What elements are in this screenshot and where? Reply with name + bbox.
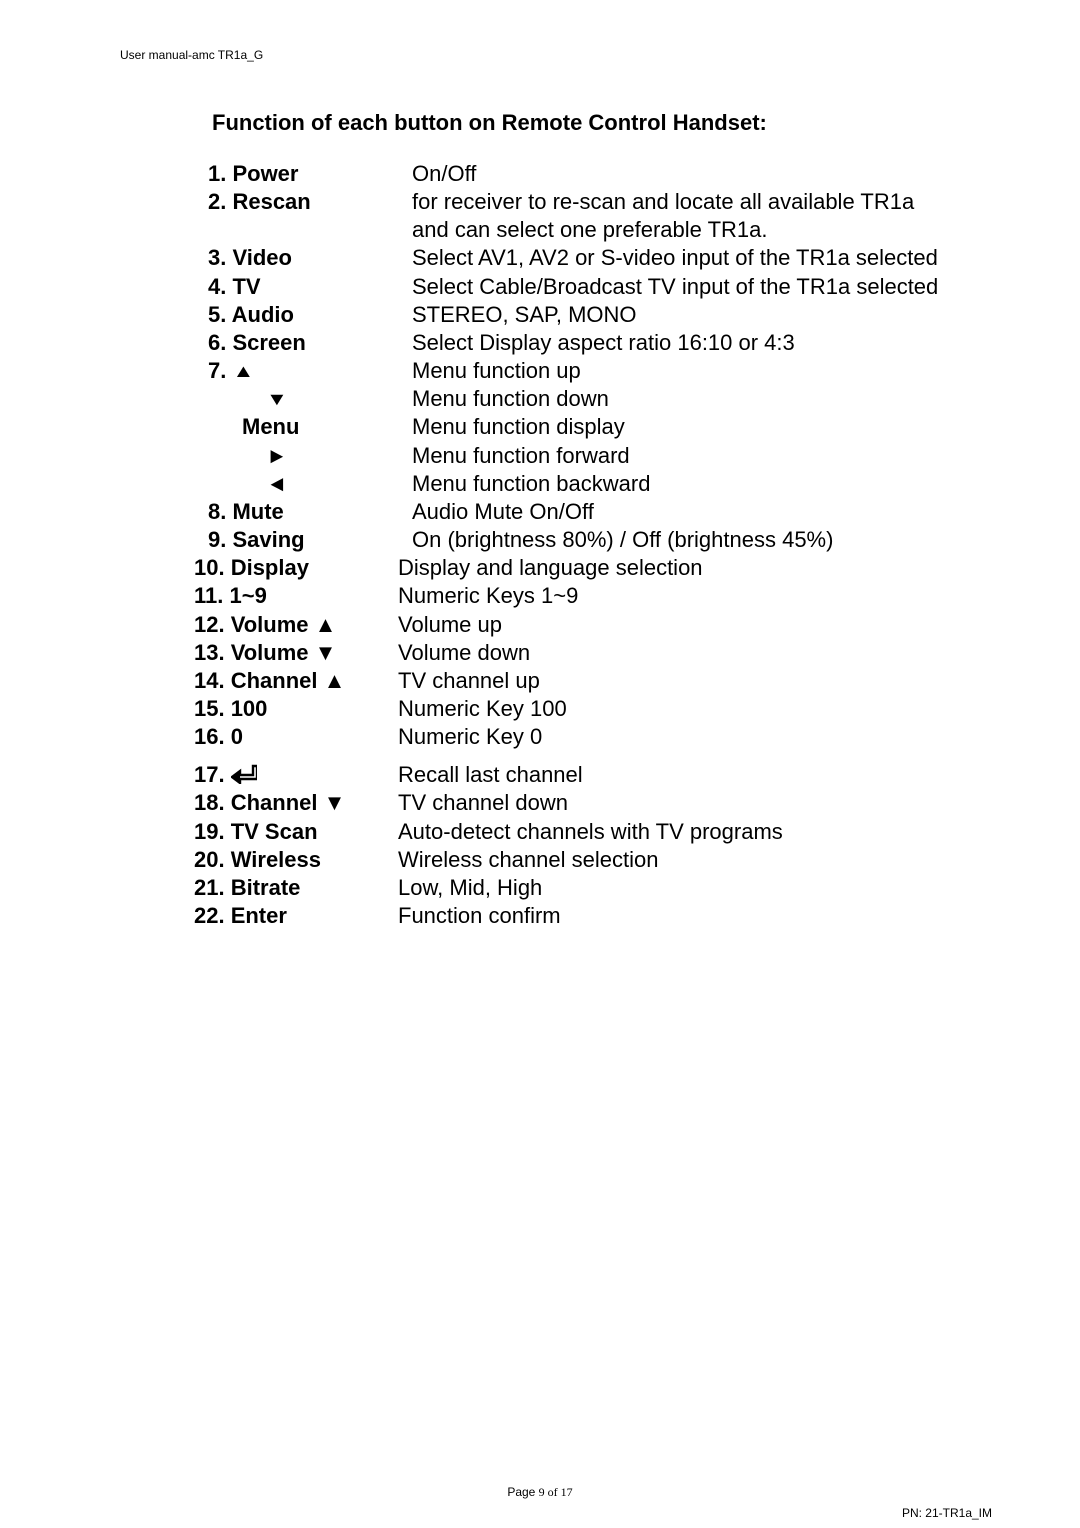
item-label: Menu — [208, 413, 412, 441]
list-item: 3. VideoSelect AV1, AV2 or S-video input… — [208, 244, 1004, 272]
item-label: ► — [208, 442, 412, 470]
item-description: Recall last channel — [398, 761, 583, 789]
item-label: 12. Volume ▲ — [194, 611, 398, 639]
list-item: 22. EnterFunction confirm — [194, 902, 1004, 930]
item-description: Function confirm — [398, 902, 561, 930]
return-icon — [231, 762, 257, 787]
item-label: ▼ — [208, 385, 412, 413]
item-description: Audio Mute On/Off — [412, 498, 594, 526]
list-item: 15. 100Numeric Key 100 — [194, 695, 1004, 723]
item-label: ◄ — [208, 470, 412, 498]
item-description: Menu function display — [412, 413, 625, 441]
item-description: Volume down — [398, 639, 530, 667]
page: User manual-amc TR1a_G Function of each … — [0, 0, 1080, 1528]
item-description: Select Cable/Broadcast TV input of the T… — [412, 273, 938, 301]
item-label: 19. TV Scan — [194, 818, 398, 846]
function-list: 1. PowerOn/Off2. Rescanfor receiver to r… — [208, 160, 1004, 930]
item-label: 9. Saving — [208, 526, 412, 554]
item-description: Volume up — [398, 611, 502, 639]
list-item: 6. ScreenSelect Display aspect ratio 16:… — [208, 329, 1004, 357]
item-description: Select AV1, AV2 or S-video input of the … — [412, 244, 938, 272]
item-description: Wireless channel selection — [398, 846, 658, 874]
item-description: Auto-detect channels with TV programs — [398, 818, 783, 846]
item-description: Menu function down — [412, 385, 609, 413]
list-item: 16. 0Numeric Key 0 — [194, 723, 1004, 751]
list-item: ▼ Menu function down — [208, 385, 1004, 413]
list-item: 1. PowerOn/Off — [208, 160, 1004, 188]
item-label: 14. Channel ▲ — [194, 667, 398, 695]
item-description: Low, Mid, High — [398, 874, 542, 902]
item-description: Select Display aspect ratio 16:10 or 4:3 — [412, 329, 795, 357]
item-label: 10. Display — [194, 554, 398, 582]
item-label: 5. Audio — [208, 301, 412, 329]
item-description: Numeric Key 0 — [398, 723, 542, 751]
list-item: ► Menu function forward — [208, 442, 1004, 470]
item-description: On/Off — [412, 160, 476, 188]
list-item: 9. SavingOn (brightness 80%) / Off (brig… — [208, 526, 1004, 554]
item-label: 20. Wireless — [194, 846, 398, 874]
list-item: 8. MuteAudio Mute On/Off — [208, 498, 1004, 526]
item-label: 7. ▲ — [208, 357, 412, 385]
list-item: 12. Volume ▲Volume up — [194, 611, 1004, 639]
list-item: MenuMenu function display — [208, 413, 1004, 441]
tri-down-icon: ▼ — [266, 388, 288, 411]
list-item: 13. Volume ▼Volume down — [194, 639, 1004, 667]
item-label: 13. Volume ▼ — [194, 639, 398, 667]
footer-page-of: of — [545, 1485, 561, 1499]
item-label: 3. Video — [208, 244, 412, 272]
list-item: 20. WirelessWireless channel selection — [194, 846, 1004, 874]
item-label: 18. Channel ▼ — [194, 789, 398, 817]
list-item: 19. TV ScanAuto-detect channels with TV … — [194, 818, 1004, 846]
item-label: 1. Power — [208, 160, 412, 188]
list-item: 11. 1~9Numeric Keys 1~9 — [194, 582, 1004, 610]
list-item: 2. Rescanfor receiver to re-scan and loc… — [208, 188, 1004, 216]
item-description: STEREO, SAP, MONO — [412, 301, 637, 329]
list-item: ◄ Menu function backward — [208, 470, 1004, 498]
item-description: for receiver to re-scan and locate all a… — [412, 188, 914, 216]
list-item: 10. DisplayDisplay and language selectio… — [194, 554, 1004, 582]
footer-page-total: 17 — [561, 1485, 573, 1499]
item-label: 4. TV — [208, 273, 412, 301]
list-item: 5. AudioSTEREO, SAP, MONO — [208, 301, 1004, 329]
item-description: Numeric Key 100 — [398, 695, 567, 723]
list-item: and can select one preferable TR1a. — [208, 216, 1004, 244]
part-number: PN: 21-TR1a_IM — [902, 1506, 992, 1520]
item-label: 8. Mute — [208, 498, 412, 526]
item-label: 2. Rescan — [208, 188, 412, 216]
list-item: 4. TVSelect Cable/Broadcast TV input of … — [208, 273, 1004, 301]
footer-page-label: Page — [507, 1485, 538, 1499]
list-item: 18. Channel ▼TV channel down — [194, 789, 1004, 817]
item-label: 11. 1~9 — [194, 582, 398, 610]
tri-left-icon: ◄ — [267, 470, 288, 498]
list-item: 21. BitrateLow, Mid, High — [194, 874, 1004, 902]
item-description: On (brightness 80%) / Off (brightness 45… — [412, 526, 833, 554]
list-item: 17. Recall last channel — [194, 761, 1004, 789]
page-footer: Page 9 of 17 — [0, 1485, 1080, 1500]
list-item: 7. ▲Menu function up — [208, 357, 1004, 385]
item-label: 16. 0 — [194, 723, 398, 751]
item-description: TV channel down — [398, 789, 568, 817]
tri-right-icon: ► — [267, 442, 288, 470]
section-title: Function of each button on Remote Contro… — [212, 110, 1004, 136]
item-description: Menu function forward — [412, 442, 630, 470]
tri-up-icon: ▲ — [232, 360, 254, 383]
item-description: and can select one preferable TR1a. — [412, 216, 768, 244]
item-description: Numeric Keys 1~9 — [398, 582, 578, 610]
item-description: Menu function backward — [412, 470, 650, 498]
item-label: 17. — [194, 761, 398, 789]
item-description: TV channel up — [398, 667, 540, 695]
item-label: 22. Enter — [194, 902, 398, 930]
item-label: 21. Bitrate — [194, 874, 398, 902]
list-item: 14. Channel ▲TV channel up — [194, 667, 1004, 695]
item-label: 6. Screen — [208, 329, 412, 357]
item-description: Menu function up — [412, 357, 581, 385]
item-label: 15. 100 — [194, 695, 398, 723]
doc-header: User manual-amc TR1a_G — [120, 48, 1004, 62]
item-description: Display and language selection — [398, 554, 703, 582]
